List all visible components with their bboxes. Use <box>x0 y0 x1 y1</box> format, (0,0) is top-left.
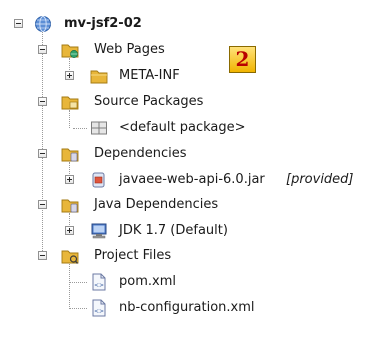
tree-node-nb-configuration-xml[interactable]: <> nb-configuration.xml <box>0 298 260 318</box>
expand-toggle[interactable] <box>65 71 74 80</box>
dependencies-folder-icon <box>61 148 79 162</box>
collapse-toggle[interactable] <box>38 149 47 158</box>
node-label: pom.xml <box>119 274 176 289</box>
collapse-toggle[interactable] <box>38 200 47 209</box>
node-label: <default package> <box>119 120 246 135</box>
tree-node-java-dependencies[interactable]: Java Dependencies <box>0 195 240 215</box>
tree-node-project[interactable]: mv-jsf2-02 <box>0 14 200 34</box>
scope-label: [provided] <box>286 172 354 187</box>
collapse-toggle[interactable] <box>38 251 47 260</box>
collapse-toggle[interactable] <box>38 97 47 106</box>
xml-file-icon: <> <box>92 299 106 317</box>
svg-text:<>: <> <box>94 282 104 289</box>
callout-badge: 2 <box>229 46 256 73</box>
node-label: JDK 1.7 (Default) <box>119 223 228 238</box>
collapse-toggle[interactable] <box>38 45 47 54</box>
node-label: Source Packages <box>94 94 204 109</box>
java-dependencies-folder-icon <box>61 199 79 213</box>
collapse-toggle[interactable] <box>14 19 23 28</box>
node-label: Project Files <box>94 248 172 263</box>
node-label: nb-configuration.xml <box>119 300 255 315</box>
source-folder-icon <box>61 96 79 110</box>
tree-node-source-packages[interactable]: Source Packages <box>0 92 240 112</box>
node-label: javaee-web-api-6.0.jar <box>119 172 265 187</box>
tree-node-web-pages[interactable]: Web Pages <box>0 40 220 60</box>
xml-file-icon: <> <box>92 273 106 291</box>
expand-toggle[interactable] <box>65 175 74 184</box>
node-label: META-INF <box>119 68 180 83</box>
tree-node-jdk[interactable]: JDK 1.7 (Default) <box>0 221 260 241</box>
tree-node-default-package[interactable]: <default package> <box>0 118 260 138</box>
jar-icon <box>92 172 105 188</box>
tree-node-javaee-jar[interactable]: javaee-web-api-6.0.jar [provided] <box>0 170 377 190</box>
computer-icon <box>91 223 107 239</box>
node-label: Java Dependencies <box>94 197 219 212</box>
folder-icon <box>90 70 108 84</box>
tree-node-pom-xml[interactable]: <> pom.xml <box>0 272 220 292</box>
globe-icon <box>35 16 51 32</box>
package-icon <box>91 121 107 135</box>
node-label: Dependencies <box>94 146 187 161</box>
project-name: mv-jsf2-02 <box>64 16 142 31</box>
tree-node-project-files[interactable]: Project Files <box>0 246 220 266</box>
tree-node-meta-inf[interactable]: META-INF <box>0 66 220 86</box>
expand-toggle[interactable] <box>65 226 74 235</box>
tree-node-dependencies[interactable]: Dependencies <box>0 144 220 164</box>
svg-text:<>: <> <box>94 308 104 315</box>
project-files-folder-icon <box>61 250 79 264</box>
node-label: Web Pages <box>94 42 165 57</box>
project-tree: mv-jsf2-02 Web Pages META-INF Source Pac… <box>0 0 377 338</box>
web-folder-icon <box>61 44 79 58</box>
